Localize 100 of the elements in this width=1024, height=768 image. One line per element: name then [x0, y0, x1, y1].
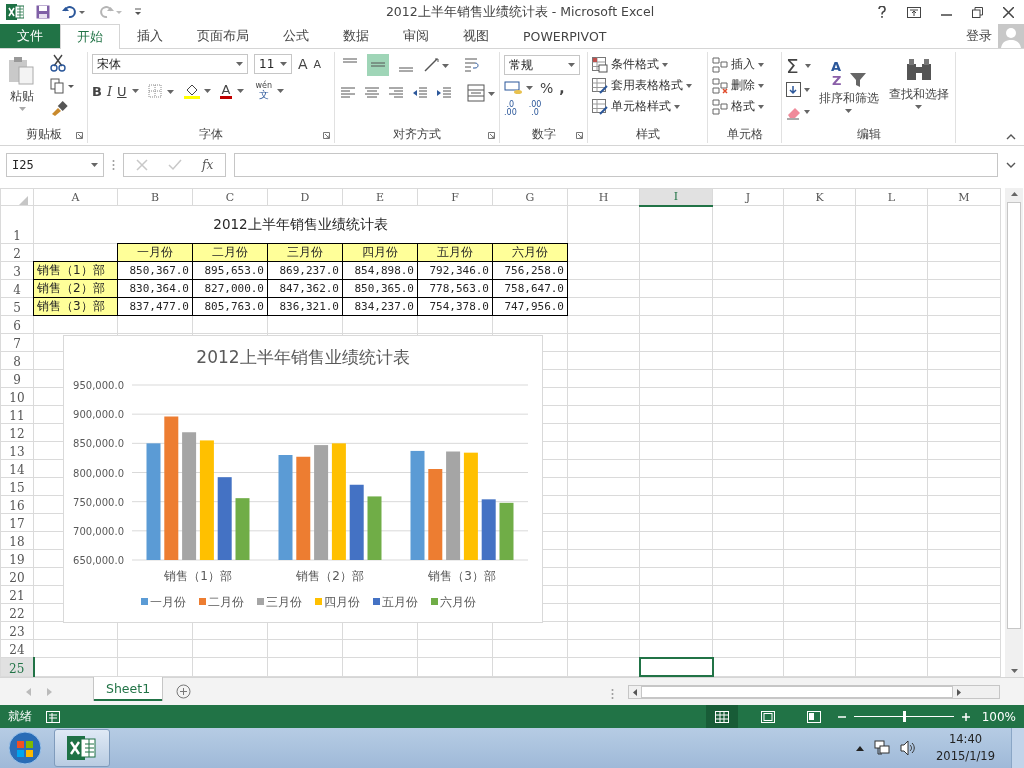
conditional-formatting-button[interactable]: 条件格式: [592, 56, 703, 73]
decrease-decimal-button[interactable]: .00 .0: [528, 101, 542, 117]
increase-indent-icon[interactable]: [435, 86, 453, 100]
ribbon-tab[interactable]: 审阅: [386, 24, 446, 48]
row-header[interactable]: 10: [0, 387, 34, 406]
shrink-font-button[interactable]: A: [313, 58, 322, 70]
font-size-dropdown[interactable]: 11: [254, 54, 292, 74]
row-header[interactable]: 24: [0, 639, 34, 658]
save-icon[interactable]: [36, 5, 50, 19]
caret-icon[interactable]: [131, 89, 139, 93]
row-header[interactable]: 9: [0, 369, 34, 388]
row-header[interactable]: 18: [0, 531, 34, 550]
show-hidden-icons-icon[interactable]: [856, 745, 865, 751]
ribbon-tab[interactable]: 插入: [120, 24, 180, 48]
column-header[interactable]: D: [267, 188, 343, 206]
number-format-dropdown[interactable]: 常规: [504, 55, 580, 75]
phonetic-guide-button[interactable]: wén 文: [255, 82, 273, 100]
ribbon-tab[interactable]: 数据: [326, 24, 386, 48]
row-header[interactable]: 7: [0, 333, 34, 352]
expand-formula-bar-icon[interactable]: [1006, 162, 1016, 168]
dialog-launcher-icon[interactable]: [323, 132, 330, 139]
vertical-scrollbar[interactable]: [1005, 188, 1023, 677]
column-header[interactable]: A: [33, 188, 118, 206]
row-header[interactable]: 21: [0, 585, 34, 604]
name-box[interactable]: I25: [6, 153, 104, 177]
caret-icon[interactable]: [277, 89, 285, 93]
row-header[interactable]: 12: [0, 423, 34, 442]
merge-center-icon[interactable]: [467, 84, 495, 102]
row-header[interactable]: 16: [0, 495, 34, 514]
row-header[interactable]: 1: [0, 205, 34, 244]
help-icon[interactable]: [877, 6, 887, 18]
column-header[interactable]: J: [712, 188, 784, 206]
caret-icon[interactable]: [804, 64, 811, 68]
row-header[interactable]: 17: [0, 513, 34, 532]
ribbon-display-icon[interactable]: [907, 6, 921, 18]
font-color-button[interactable]: A: [219, 83, 233, 99]
increase-decimal-button[interactable]: .0 .00: [504, 101, 517, 117]
decrease-indent-icon[interactable]: [411, 86, 429, 100]
zoom-level[interactable]: 100%: [981, 709, 1016, 724]
row-header[interactable]: 2: [0, 243, 34, 262]
add-sheet-icon[interactable]: [176, 684, 192, 699]
file-tab[interactable]: 文件: [0, 24, 60, 48]
collapse-ribbon-icon[interactable]: [1006, 134, 1016, 140]
column-header[interactable]: C: [192, 188, 268, 206]
taskbar-app-button[interactable]: [54, 729, 110, 767]
zoom-slider-thumb[interactable]: [902, 711, 906, 722]
dialog-launcher-icon[interactable]: [76, 132, 83, 139]
formula-input[interactable]: [234, 153, 998, 177]
row-header[interactable]: 13: [0, 441, 34, 460]
percent-button[interactable]: %: [540, 81, 554, 95]
scroll-left-icon[interactable]: [633, 688, 637, 696]
fill-down-icon[interactable]: [786, 82, 810, 98]
speaker-icon[interactable]: [900, 740, 917, 756]
bold-button[interactable]: B: [92, 84, 102, 98]
dialog-launcher-icon[interactable]: [488, 132, 495, 139]
column-header[interactable]: F: [417, 188, 493, 206]
fill-color-icon[interactable]: [182, 83, 211, 99]
borders-icon[interactable]: [147, 84, 174, 98]
ribbon-tab[interactable]: 公式: [266, 24, 326, 48]
row-header[interactable]: 6: [0, 315, 34, 334]
underline-button[interactable]: U: [117, 84, 127, 98]
find-select-button[interactable]: 查找和选择: [886, 54, 951, 123]
bar-chart[interactable]: 2012上半年销售业绩统计表 650,000.0 700,000.0 750,000.0 800,000.0 850,000.0 900,000.0 950,000.0 销售（1）部 销售（2）部 销售（3）部 一月份 二月份 三月份 四月份 五月份 六月份: [63, 335, 543, 623]
scroll-down-icon[interactable]: [1010, 669, 1018, 673]
customize-toolbar-icon[interactable]: [134, 8, 142, 16]
sort-filter-button[interactable]: A Z 排序和筛选: [816, 54, 881, 123]
ribbon-tab[interactable]: POWERPIVOT: [506, 24, 624, 48]
italic-button[interactable]: I: [106, 84, 113, 98]
sheet-tab[interactable]: Sheet1: [94, 677, 163, 701]
autosum-button[interactable]: Σ: [786, 56, 799, 76]
row-header[interactable]: 14: [0, 459, 34, 478]
column-header[interactable]: M: [927, 188, 1001, 206]
column-header[interactable]: I: [639, 188, 713, 206]
scroll-right-icon[interactable]: [957, 688, 961, 696]
currency-icon[interactable]: [504, 80, 534, 96]
row-header[interactable]: 19: [0, 549, 34, 568]
network-icon[interactable]: [874, 740, 891, 756]
normal-view-button[interactable]: [705, 705, 738, 728]
sign-in-link[interactable]: 登录: [966, 27, 992, 45]
row-header[interactable]: 8: [0, 351, 34, 370]
cell-styles-button[interactable]: 单元格样式: [592, 98, 703, 115]
column-header[interactable]: L: [855, 188, 928, 206]
row-header[interactable]: 11: [0, 405, 34, 424]
format-as-table-button[interactable]: 套用表格格式: [592, 77, 703, 94]
column-header[interactable]: H: [567, 188, 640, 206]
text-orientation-icon[interactable]: [423, 57, 449, 73]
close-icon[interactable]: [1003, 6, 1014, 18]
spreadsheet-app-icon[interactable]: [6, 4, 24, 20]
dialog-launcher-icon[interactable]: [576, 132, 583, 139]
scissors-icon[interactable]: [50, 54, 66, 72]
clock-date[interactable]: 2015/1/19: [936, 748, 995, 765]
comma-button[interactable]: ,: [559, 81, 565, 95]
restore-icon[interactable]: [972, 6, 983, 18]
insert-cells-button[interactable]: 插入: [712, 56, 777, 73]
format-cells-button[interactable]: 格式: [712, 98, 777, 115]
row-header[interactable]: 20: [0, 567, 34, 586]
column-header[interactable]: G: [492, 188, 568, 206]
copy-icon[interactable]: [50, 78, 74, 94]
column-header[interactable]: B: [117, 188, 193, 206]
delete-cells-button[interactable]: 删除: [712, 77, 777, 94]
